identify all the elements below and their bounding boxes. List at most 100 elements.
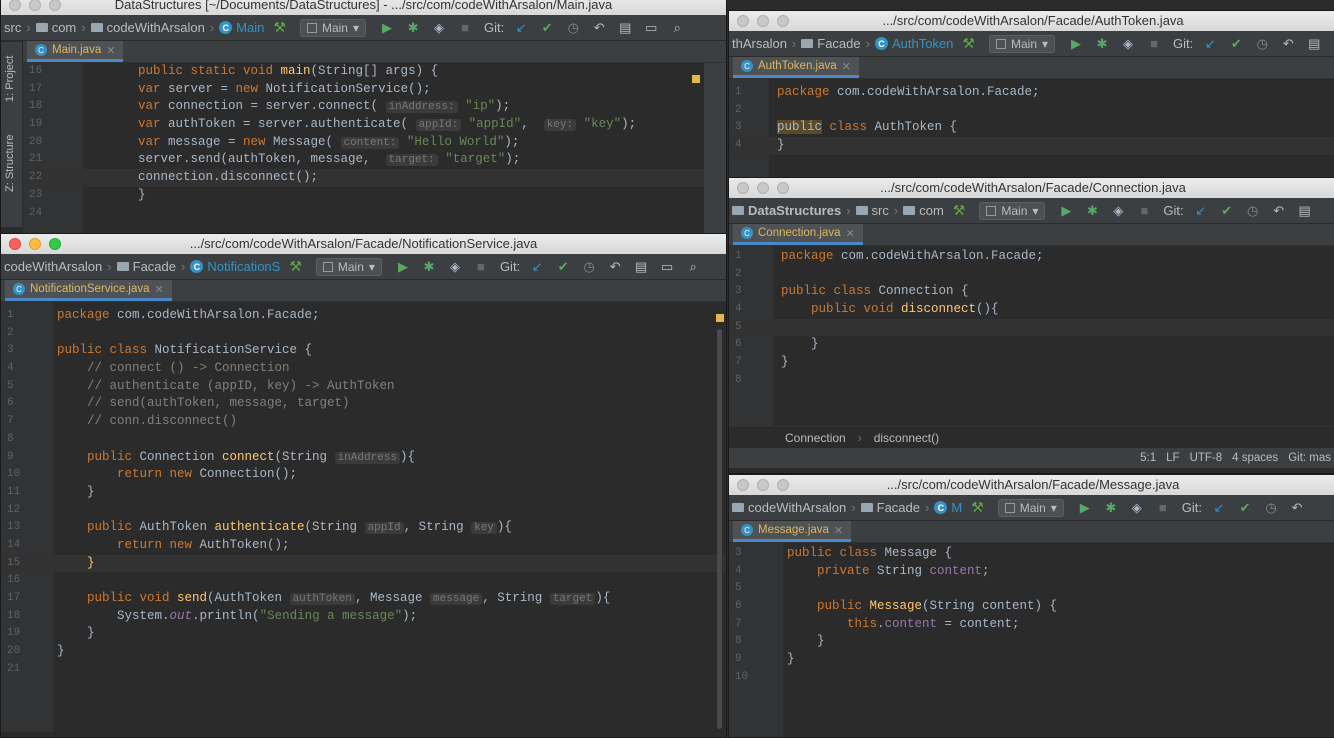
project-tool-tab[interactable]: 1: Project <box>4 56 16 102</box>
code-line[interactable]: 4 // connect () -> Connection <box>1 360 726 378</box>
code-line[interactable]: 18 var connection = server.connect( inAdd… <box>23 98 726 116</box>
code-line[interactable]: 4 public void disconnect(){ <box>729 301 1334 319</box>
breadcrumb-package[interactable]: codeWithArsalon <box>1 259 105 274</box>
breadcrumb-class[interactable]: C AuthToken <box>872 36 956 51</box>
git-update-icon[interactable]: ↙ <box>1191 203 1211 219</box>
notification-window-titlebar[interactable]: .../src/com/codeWithArsalon/Facade/Notif… <box>1 234 726 254</box>
connection-window-titlebar[interactable]: .../src/com/codeWithArsalon/Facade/Conne… <box>729 178 1334 198</box>
minimize-window-icon[interactable] <box>757 182 769 194</box>
code-line[interactable]: 14 return new AuthToken(); <box>1 537 726 555</box>
run-config-select[interactable]: Main ▾ <box>988 34 1056 53</box>
git-update-icon[interactable]: ↙ <box>1209 500 1229 516</box>
code-editor[interactable]: 1 package com.codeWithArsalon.Facade; 2 3 pu… <box>729 79 1334 179</box>
code-line[interactable]: 8 <box>729 372 1334 390</box>
stop-icon[interactable]: ■ <box>1134 203 1154 218</box>
code-line[interactable]: 4} <box>729 137 1334 155</box>
run-icon[interactable]: ▶ <box>1066 36 1086 52</box>
run-config-select[interactable]: Main ▾ <box>997 498 1064 517</box>
code-line[interactable]: 21 server.send(authToken, message, target… <box>23 151 726 169</box>
zoom-window-icon[interactable] <box>49 0 61 11</box>
code-line[interactable]: 16 <box>1 572 726 590</box>
tab-main-java[interactable]: C Main.java ✕ <box>27 41 124 62</box>
revert-icon[interactable]: ↶ <box>1278 36 1298 52</box>
git-commit-icon[interactable]: ✔ <box>537 20 557 36</box>
revert-icon[interactable]: ↶ <box>605 259 625 275</box>
code-line[interactable]: 20} <box>1 643 726 661</box>
stop-icon[interactable]: ■ <box>1144 36 1164 51</box>
build-hammer-icon[interactable]: ⚒ <box>947 202 972 219</box>
breadcrumb-class[interactable]: C NotificationS <box>187 259 283 274</box>
run-config-select[interactable]: Main ▾ <box>315 257 382 276</box>
code-line[interactable]: 21 <box>1 661 726 679</box>
build-hammer-icon[interactable]: ⚒ <box>965 499 990 516</box>
debug-bug-icon[interactable]: ✱ <box>1092 36 1112 52</box>
breadcrumb-class[interactable]: C Main <box>216 20 267 35</box>
revert-icon[interactable]: ↶ <box>1269 203 1289 219</box>
run-config-select[interactable]: Main ▾ <box>299 18 367 37</box>
coverage-icon[interactable]: ◈ <box>1118 36 1138 52</box>
indent-setting[interactable]: 4 spaces <box>1232 452 1278 464</box>
debug-bug-icon[interactable]: ✱ <box>419 259 439 275</box>
stop-icon[interactable]: ■ <box>455 20 475 35</box>
code-line[interactable]: 7} <box>729 354 1334 372</box>
minimize-window-icon[interactable] <box>757 479 769 491</box>
git-update-icon[interactable]: ↙ <box>511 20 531 36</box>
revert-icon[interactable]: ↶ <box>1287 500 1307 516</box>
code-line[interactable]: 11 } <box>1 484 726 502</box>
git-commit-icon[interactable]: ✔ <box>1235 500 1255 516</box>
code-editor[interactable]: 1 package com.codeWithArsalon.Facade; 2 3 pu… <box>729 246 1334 426</box>
code-line[interactable]: 3 public class Message { <box>729 545 1334 563</box>
breadcrumb-project[interactable]: DataStructures <box>729 203 844 218</box>
minimize-window-icon[interactable] <box>29 238 41 250</box>
code-line[interactable]: 5 // authenticate (appID, key) -> AuthTo… <box>1 378 726 396</box>
breadcrumb-src[interactable]: src <box>1 20 24 35</box>
close-tab-icon[interactable]: ✕ <box>155 283 164 296</box>
zoom-window-icon[interactable] <box>49 238 61 250</box>
coverage-icon[interactable]: ◈ <box>445 259 465 275</box>
code-line[interactable]: 3 public class AuthToken { <box>729 119 1334 137</box>
code-line[interactable]: 6 // send(authToken, message, target) <box>1 395 726 413</box>
code-line[interactable]: 5 <box>729 580 1334 598</box>
minimize-window-icon[interactable] <box>29 0 41 11</box>
zoom-window-icon[interactable] <box>777 182 789 194</box>
code-line[interactable]: 10 return new Connection(); <box>1 466 726 484</box>
code-line[interactable]: 5 <box>729 318 1334 337</box>
tab-message-java[interactable]: C Message.java ✕ <box>733 521 852 542</box>
close-tab-icon[interactable]: ✕ <box>106 44 115 57</box>
coverage-icon[interactable]: ◈ <box>1127 500 1147 516</box>
main-window-titlebar[interactable]: DataStructures [~/Documents/DataStructur… <box>1 0 726 15</box>
code-line[interactable]: 17 public void send(AuthToken authToken,… <box>1 590 726 608</box>
code-line[interactable]: 1 package com.codeWithArsalon.Facade; <box>1 307 726 325</box>
tab-notification-service-java[interactable]: C NotificationService.java ✕ <box>5 280 172 301</box>
minimize-window-icon[interactable] <box>757 15 769 27</box>
close-tab-icon[interactable]: ✕ <box>834 524 843 537</box>
tab-auth-token-java[interactable]: C AuthToken.java ✕ <box>733 57 859 78</box>
git-commit-icon[interactable]: ✔ <box>1226 36 1246 52</box>
auth-window-titlebar[interactable]: .../src/com/codeWithArsalon/Facade/AuthT… <box>729 11 1334 31</box>
code-line[interactable]: 7 // conn.disconnect() <box>1 413 726 431</box>
git-commit-icon[interactable]: ✔ <box>553 259 573 275</box>
stop-icon[interactable]: ■ <box>471 259 491 274</box>
git-update-icon[interactable]: ↙ <box>527 259 547 275</box>
code-breadcrumb-class[interactable]: Connection <box>785 431 846 445</box>
git-update-icon[interactable]: ↙ <box>1200 36 1220 52</box>
structure-tool-tab[interactable]: Z: Structure <box>4 135 16 192</box>
history-icon[interactable]: ◷ <box>1252 36 1272 52</box>
debug-bug-icon[interactable]: ✱ <box>1101 500 1121 516</box>
close-window-icon[interactable] <box>737 479 749 491</box>
code-line[interactable]: 10 <box>729 669 1334 687</box>
project-structure-icon[interactable]: ▤ <box>631 259 651 275</box>
code-breadcrumb-method[interactable]: disconnect() <box>874 431 939 445</box>
close-tab-icon[interactable]: ✕ <box>842 60 851 73</box>
code-editor[interactable]: 16 public static void main(String[] args)… <box>23 63 726 233</box>
git-branch[interactable]: Git: mas <box>1288 452 1331 464</box>
code-line[interactable]: 19 var authToken = server.authenticate( a… <box>23 116 726 134</box>
code-line[interactable]: 18 System.out.println("Sending a message… <box>1 608 726 626</box>
breadcrumb-package[interactable]: thArsalon <box>729 36 790 51</box>
breadcrumb-com[interactable]: com <box>900 203 947 218</box>
git-commit-icon[interactable]: ✔ <box>1217 203 1237 219</box>
zoom-window-icon[interactable] <box>777 479 789 491</box>
close-tab-icon[interactable]: ✕ <box>845 227 854 240</box>
code-line[interactable]: 9} <box>729 651 1334 669</box>
presentation-icon[interactable]: ▭ <box>641 20 661 36</box>
